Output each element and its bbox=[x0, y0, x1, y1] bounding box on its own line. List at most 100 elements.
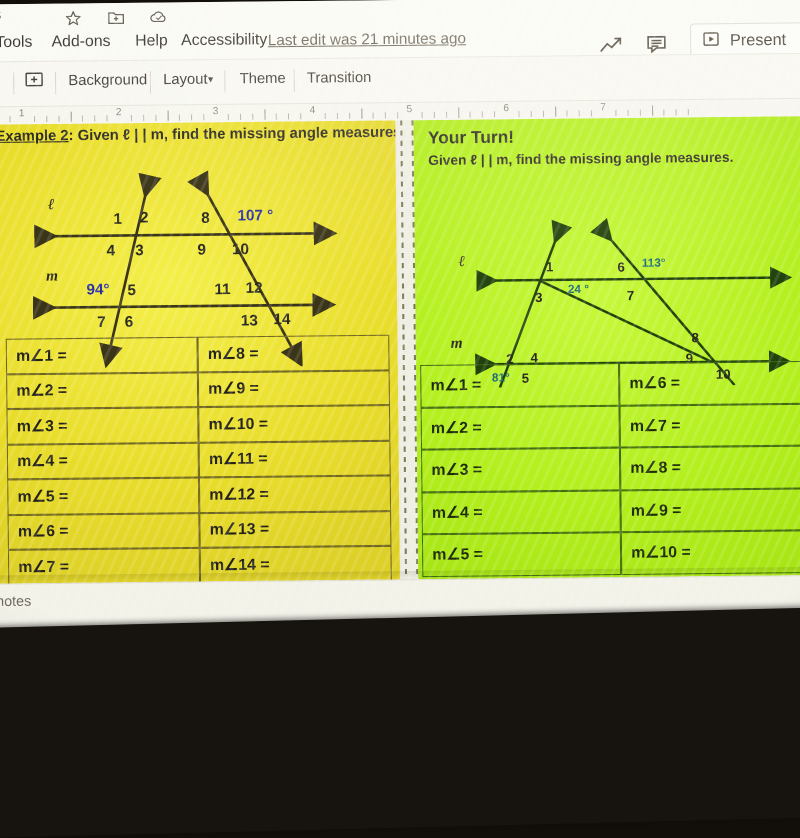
table-row[interactable]: m∠8 = bbox=[197, 335, 389, 372]
answer-blank[interactable] bbox=[268, 423, 389, 424]
answer-blank[interactable] bbox=[67, 389, 197, 390]
answer-blank[interactable] bbox=[483, 553, 620, 554]
angle-label: m∠11 = bbox=[200, 449, 268, 469]
slide-your-turn[interactable]: Your Turn! Given ℓ | | m, find the missi… bbox=[413, 116, 800, 579]
angle-label: m∠9 = bbox=[622, 501, 682, 521]
ruler-tick bbox=[579, 110, 580, 116]
layout-button[interactable]: Layout bbox=[163, 71, 208, 88]
table-row[interactable]: m∠6 = bbox=[619, 361, 800, 405]
new-slide-icon[interactable] bbox=[24, 71, 44, 94]
answer-blank[interactable] bbox=[259, 387, 389, 388]
answer-blank[interactable] bbox=[681, 509, 800, 510]
answer-blank[interactable] bbox=[67, 354, 197, 355]
ruler-tick bbox=[567, 110, 568, 116]
ruler-tick bbox=[639, 110, 640, 116]
table-row[interactable]: m∠10 = bbox=[198, 405, 390, 442]
table-row[interactable]: m∠12 = bbox=[199, 475, 391, 512]
angle-number-13: 13 bbox=[241, 312, 258, 330]
answer-blank[interactable] bbox=[691, 551, 800, 552]
table-row[interactable]: m∠2 = bbox=[421, 405, 620, 449]
last-edit-status[interactable]: Last edit was 21 minutes ago bbox=[268, 30, 466, 49]
table-row[interactable]: m∠9 = bbox=[620, 488, 800, 532]
ruler-tick bbox=[252, 114, 253, 120]
menu-accessibility[interactable]: Accessibility bbox=[181, 31, 267, 50]
ruler-tick bbox=[627, 110, 628, 116]
answer-blank[interactable] bbox=[481, 384, 618, 385]
answer-blank[interactable] bbox=[681, 467, 800, 468]
menu-add-ons[interactable]: Add-ons bbox=[51, 33, 110, 52]
ruler-tick bbox=[518, 111, 519, 117]
menu-tools[interactable]: Tools bbox=[0, 33, 32, 52]
answer-blank[interactable] bbox=[259, 352, 389, 353]
answer-blank[interactable] bbox=[268, 458, 390, 459]
angle-measure-94: 94° bbox=[86, 281, 109, 299]
ruler-tick bbox=[300, 113, 301, 119]
table-row[interactable]: m∠6 = bbox=[8, 513, 200, 550]
layout-caret-icon[interactable]: ▾ bbox=[208, 74, 213, 85]
ruler-tick bbox=[421, 112, 422, 118]
ruler-tick bbox=[46, 116, 47, 122]
answer-blank[interactable] bbox=[269, 493, 390, 494]
answer-blank[interactable] bbox=[269, 528, 390, 529]
table-row[interactable]: m∠2 = bbox=[6, 372, 198, 409]
angle-label: m∠8 = bbox=[621, 458, 681, 478]
angle-number-11: 11 bbox=[214, 281, 230, 299]
ruler-tick bbox=[131, 115, 132, 121]
answer-blank[interactable] bbox=[681, 424, 800, 425]
table-row[interactable]: m∠3 = bbox=[421, 448, 620, 492]
cloud-saved-icon[interactable] bbox=[147, 5, 170, 28]
document-title[interactable]: es bbox=[0, 6, 1, 25]
table-row[interactable]: m∠9 = bbox=[198, 370, 390, 407]
star-icon[interactable] bbox=[61, 6, 84, 29]
table-row[interactable]: m∠1 = bbox=[6, 337, 198, 374]
angle-label: m∠10 = bbox=[199, 414, 268, 434]
angle-number-14: 14 bbox=[273, 311, 290, 329]
table-row[interactable]: m∠8 = bbox=[620, 445, 800, 489]
example-2-answer-table: m∠1 =m∠2 =m∠3 =m∠4 =m∠5 =m∠6 =m∠7 =m∠8 =… bbox=[6, 335, 394, 584]
table-row[interactable]: m∠7 = bbox=[619, 403, 800, 447]
example-2-title-rest: : Given ℓ | | m, find the missing angle … bbox=[69, 124, 400, 144]
table-row[interactable]: m∠5 = bbox=[7, 477, 199, 514]
slide-example-2[interactable]: Example 2: Given ℓ | | m, find the missi… bbox=[0, 120, 400, 583]
table-row[interactable]: m∠13 = bbox=[199, 511, 391, 548]
angle-label: m∠9 = bbox=[199, 379, 259, 399]
answer-blank[interactable] bbox=[482, 469, 619, 470]
answer-blank[interactable] bbox=[67, 425, 197, 426]
ruler-tick bbox=[337, 113, 338, 119]
ruler-tick bbox=[494, 111, 495, 117]
answer-blank[interactable] bbox=[69, 530, 199, 531]
table-row[interactable]: m∠4 = bbox=[7, 442, 199, 479]
angle-label: m∠4 = bbox=[423, 503, 483, 523]
background-button[interactable]: Background bbox=[68, 72, 147, 89]
table-row[interactable]: m∠1 = bbox=[420, 363, 619, 407]
angle-number-1: 1 bbox=[546, 259, 554, 274]
answer-blank[interactable] bbox=[68, 460, 198, 461]
table-row[interactable]: m∠11 = bbox=[199, 440, 391, 477]
menu-help[interactable]: Help bbox=[135, 32, 168, 51]
answer-blank[interactable] bbox=[680, 382, 800, 383]
table-row[interactable]: m∠3 = bbox=[6, 407, 198, 444]
transition-button[interactable]: Transition bbox=[307, 70, 372, 87]
ruler-tick bbox=[530, 111, 531, 117]
angle-label: m∠5 = bbox=[8, 487, 68, 507]
theme-button[interactable]: Theme bbox=[240, 71, 286, 88]
ruler-tick bbox=[615, 110, 616, 116]
move-to-folder-icon[interactable] bbox=[104, 6, 127, 29]
ruler-tick bbox=[240, 114, 241, 120]
ruler-tick bbox=[688, 109, 689, 115]
answer-blank[interactable] bbox=[68, 495, 198, 496]
answer-blank[interactable] bbox=[483, 511, 620, 512]
angle-number-2: 2 bbox=[140, 209, 149, 226]
answer-blank[interactable] bbox=[69, 565, 199, 566]
answer-blank[interactable] bbox=[270, 563, 391, 564]
ruler-number: 4 bbox=[310, 105, 316, 116]
table-row[interactable]: m∠4 = bbox=[421, 490, 620, 534]
answer-blank[interactable] bbox=[482, 426, 619, 427]
ruler-number: 6 bbox=[503, 103, 509, 114]
ruler-tick bbox=[325, 113, 326, 119]
angle-label: m∠2 = bbox=[7, 381, 67, 401]
angle-number-5: 5 bbox=[127, 282, 136, 299]
line-label-m: m bbox=[451, 335, 463, 352]
ruler-tick bbox=[58, 116, 59, 122]
present-label: Present bbox=[730, 32, 786, 51]
